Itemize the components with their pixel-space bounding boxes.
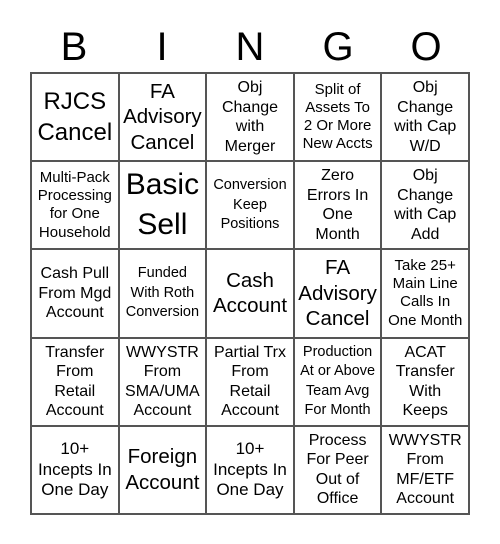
bingo-cell[interactable]: Conversion Keep Positions bbox=[206, 161, 294, 250]
header-letter-i: I bbox=[156, 25, 168, 69]
header-letter-n: N bbox=[235, 25, 265, 69]
header-letter-o: O bbox=[410, 25, 442, 69]
bingo-cell[interactable]: Obj Change with Cap W/D bbox=[381, 73, 469, 162]
bingo-cell[interactable]: Production At or Above Team Avg For Mont… bbox=[293, 337, 382, 426]
bingo-cell[interactable]: FA Advisory Cancel bbox=[293, 249, 382, 338]
bingo-cell[interactable]: WWYSTR From SMA/UMA Account bbox=[118, 337, 207, 426]
bingo-cell[interactable]: Cash Account bbox=[206, 249, 294, 338]
header-letter-b: B bbox=[60, 25, 88, 69]
bingo-cell[interactable]: Transfer From Retail Account bbox=[31, 337, 119, 426]
bingo-cell[interactable]: RJCS Cancel bbox=[31, 73, 119, 162]
bingo-cell[interactable]: 10+ Incepts In One Day bbox=[206, 425, 294, 514]
bingo-cell[interactable]: Obj Change with Merger bbox=[206, 73, 294, 162]
bingo-cell[interactable]: ACAT Transfer With Keeps bbox=[381, 337, 469, 426]
bingo-cell[interactable]: WWYSTR From MF/ETF Account bbox=[381, 425, 469, 514]
bingo-cell[interactable]: 10+ Incepts In One Day bbox=[31, 425, 119, 514]
bingo-cell[interactable]: Cash Pull From Mgd Account bbox=[31, 249, 119, 338]
bingo-header: B I N G O bbox=[30, 22, 470, 72]
header-letter-g: G bbox=[322, 25, 354, 69]
bingo-cell[interactable]: Partial Trx From Retail Account bbox=[206, 337, 294, 426]
bingo-cell[interactable]: Multi-Pack Processing for One Household bbox=[31, 161, 119, 250]
bingo-cell[interactable]: Zero Errors In One Month bbox=[293, 161, 382, 250]
bingo-cell[interactable]: Obj Change with Cap Add bbox=[381, 161, 469, 250]
bingo-cell[interactable]: Funded With Roth Conversion bbox=[118, 249, 207, 338]
bingo-grid: RJCS Cancel FA Advisory Cancel Obj Chang… bbox=[30, 72, 470, 515]
bingo-cell[interactable]: FA Advisory Cancel bbox=[118, 73, 207, 162]
bingo-cell[interactable]: Process For Peer Out of Office bbox=[293, 425, 382, 514]
bingo-cell[interactable]: Foreign Account bbox=[118, 425, 207, 514]
bingo-cell[interactable]: Split of Assets To 2 Or More New Accts bbox=[293, 73, 382, 162]
bingo-cell[interactable]: Basic Sell bbox=[118, 161, 207, 250]
bingo-cell[interactable]: Take 25+ Main Line Calls In One Month bbox=[381, 249, 469, 338]
